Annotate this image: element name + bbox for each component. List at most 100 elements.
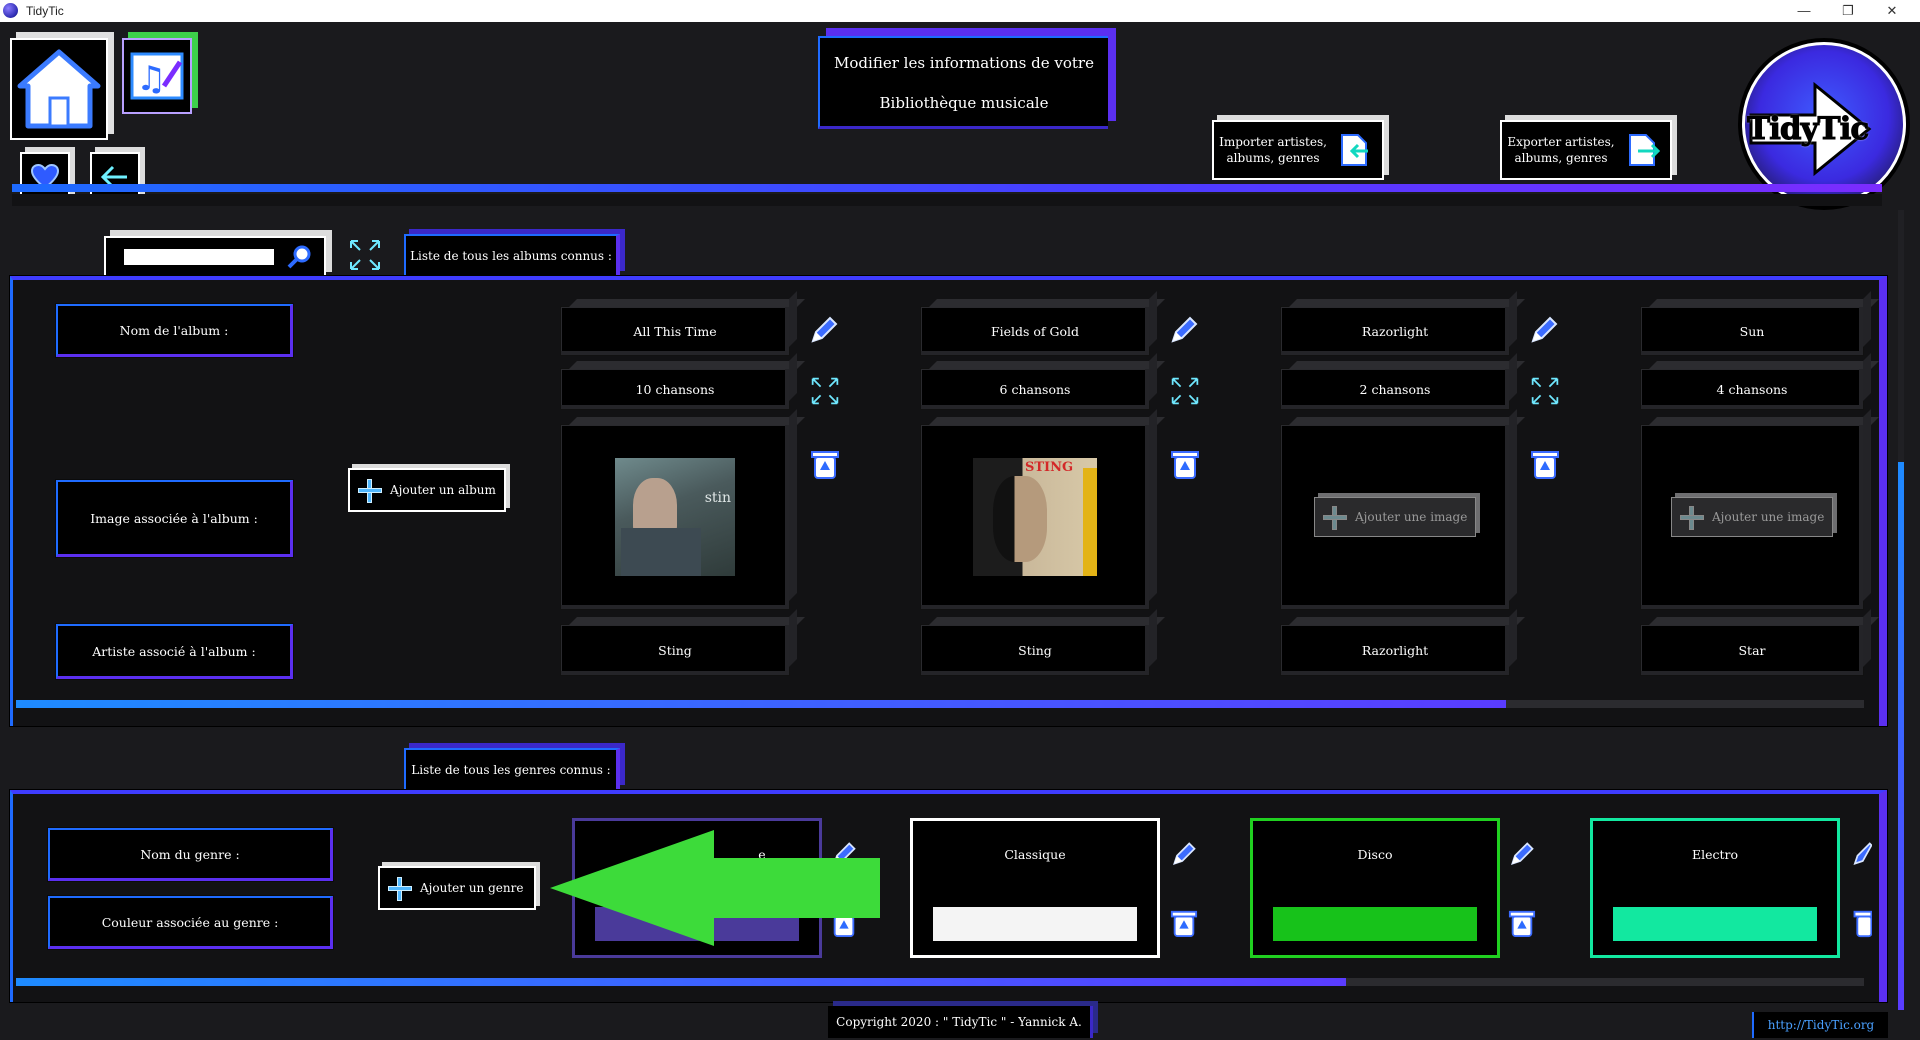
- website-link[interactable]: http://TidyTic.org: [1752, 1012, 1888, 1038]
- album-artist-label: Artiste associé à l'album :: [56, 624, 293, 679]
- album-name: Fields of Gold: [990, 323, 1080, 339]
- album-songs-count: 2 chansons: [1359, 381, 1431, 397]
- genre-name-label: Nom du genre :: [48, 828, 333, 881]
- album-name-cell: Sun: [1640, 306, 1864, 356]
- genres-scrollbar-thumb[interactable]: [16, 978, 1346, 986]
- edit-pencil-icon[interactable]: [1508, 840, 1536, 868]
- album-search-input[interactable]: [124, 249, 274, 265]
- app-icon: [3, 3, 18, 18]
- add-image-button[interactable]: Ajouter une image: [1314, 497, 1476, 537]
- export-button[interactable]: Exporter artistes, albums, genres: [1500, 120, 1672, 180]
- home-button[interactable]: [10, 38, 108, 140]
- expand-all-icon[interactable]: [348, 238, 382, 272]
- logo-text: TidyTic: [1746, 111, 1869, 148]
- album-artist: Sting: [1018, 642, 1052, 658]
- album-cover-text: stin: [704, 490, 731, 506]
- header-rail: [12, 184, 1882, 192]
- album-name: Sun: [1739, 323, 1765, 339]
- album-songs-cell: 2 chansons: [1280, 368, 1510, 410]
- genre-card: Electro: [1590, 818, 1840, 958]
- add-icon: [1323, 506, 1347, 530]
- add-icon: [1680, 506, 1704, 530]
- genre-name: Classique: [1004, 847, 1066, 862]
- add-genre-label: Ajouter un genre: [420, 881, 524, 895]
- copyright: Copyright 2020 : " TidyTic " - Yannick A…: [828, 1006, 1093, 1038]
- add-album-label: Ajouter un album: [390, 483, 496, 497]
- album-songs-count: 6 chansons: [999, 381, 1071, 397]
- edit-pencil-icon[interactable]: [1528, 314, 1560, 346]
- edit-pencil-icon[interactable]: [808, 314, 840, 346]
- page-scrollbar-thumb[interactable]: [1898, 462, 1904, 1010]
- add-icon: [388, 877, 412, 901]
- export-label: Exporter artistes, albums, genres: [1507, 135, 1615, 165]
- album-artist-cell: Star: [1640, 624, 1864, 676]
- album-name-cell: Razorlight: [1280, 306, 1510, 356]
- add-image-button[interactable]: Ajouter une image: [1671, 497, 1833, 537]
- genres-tab: Liste de tous les genres connus :: [404, 748, 620, 790]
- album-image-cell: Ajouter une image: [1640, 424, 1864, 610]
- trash-icon[interactable]: [1508, 908, 1536, 938]
- album-artist-cell: Razorlight: [1280, 624, 1510, 676]
- trash-icon[interactable]: [810, 448, 840, 480]
- album-image-cell: STING: [920, 424, 1150, 610]
- page-title: Modifier les informations de votre Bibli…: [818, 36, 1108, 129]
- album-artist: Star: [1738, 642, 1766, 658]
- album-songs-cell: 4 chansons: [1640, 368, 1864, 410]
- import-icon: [1341, 134, 1368, 166]
- search-icon[interactable]: [286, 244, 312, 270]
- album-name-label: Nom de l'album :: [56, 304, 293, 357]
- album-songs-count: 10 chansons: [635, 381, 715, 397]
- albums-scrollbar-thumb[interactable]: [16, 700, 1506, 708]
- album-image-cell: Ajouter une image: [1280, 424, 1510, 610]
- album-artist: Sting: [658, 642, 692, 658]
- album-name: Razorlight: [1361, 323, 1429, 339]
- album-artist-cell: Sting: [920, 624, 1150, 676]
- music-edit-icon: ♫: [130, 52, 184, 100]
- edit-pencil-icon[interactable]: [1850, 840, 1872, 868]
- expand-songs-icon[interactable]: [1170, 376, 1200, 406]
- minimize-button[interactable]: —: [1782, 1, 1826, 21]
- maximize-button[interactable]: ❐: [1826, 1, 1870, 21]
- page-title-line2: Bibliothèque musicale: [879, 94, 1049, 112]
- add-album-button[interactable]: Ajouter un album: [348, 468, 506, 512]
- trash-icon[interactable]: [1170, 448, 1200, 480]
- edit-pencil-icon[interactable]: [1170, 840, 1198, 868]
- expand-songs-icon[interactable]: [1530, 376, 1560, 406]
- edit-pencil-icon[interactable]: [1168, 314, 1200, 346]
- window-titlebar: TidyTic — ❐ ✕: [0, 0, 1920, 22]
- genre-name: Electro: [1691, 847, 1739, 862]
- genre-color-swatch[interactable]: [1273, 907, 1477, 941]
- genre-color-swatch[interactable]: [933, 907, 1137, 941]
- album-search: [104, 236, 326, 278]
- album-cover-image: stin: [615, 458, 735, 576]
- genre-card: Disco: [1250, 818, 1500, 958]
- header-rail-shadow: [12, 194, 1882, 206]
- add-genre-button[interactable]: Ajouter un genre: [378, 866, 536, 910]
- album-songs-cell: 6 chansons: [920, 368, 1150, 410]
- add-image-label: Ajouter une image: [1712, 510, 1825, 524]
- close-button[interactable]: ✕: [1870, 1, 1914, 21]
- tidytic-logo[interactable]: TidyTic: [1742, 42, 1906, 206]
- album-image-cell: stin: [560, 424, 790, 610]
- overlay-arrow-icon: [550, 830, 880, 946]
- genre-color-swatch[interactable]: [1613, 907, 1817, 941]
- add-image-label: Ajouter une image: [1355, 510, 1468, 524]
- album-songs-cell: 10 chansons: [560, 368, 790, 410]
- album-name-cell: All This Time: [560, 306, 790, 356]
- trash-icon[interactable]: [1530, 448, 1560, 480]
- genre-card: Classique: [910, 818, 1160, 958]
- album-name-cell: Fields of Gold: [920, 306, 1150, 356]
- import-button[interactable]: Importer artistes, albums, genres: [1212, 120, 1384, 180]
- albums-tab: Liste de tous les albums connus :: [404, 234, 620, 276]
- trash-icon[interactable]: [1170, 908, 1198, 938]
- expand-songs-icon[interactable]: [810, 376, 840, 406]
- album-image-label: Image associée à l'album :: [56, 480, 293, 557]
- svg-text:♫: ♫: [136, 59, 166, 99]
- music-edit-button[interactable]: ♫: [122, 38, 192, 114]
- album-cover-image: STING: [973, 458, 1097, 576]
- window-title: TidyTic: [26, 4, 64, 18]
- add-icon: [358, 479, 382, 503]
- album-name: All This Time: [633, 323, 717, 339]
- trash-icon[interactable]: [1852, 908, 1872, 938]
- genre-color-label: Couleur associée au genre :: [48, 896, 333, 949]
